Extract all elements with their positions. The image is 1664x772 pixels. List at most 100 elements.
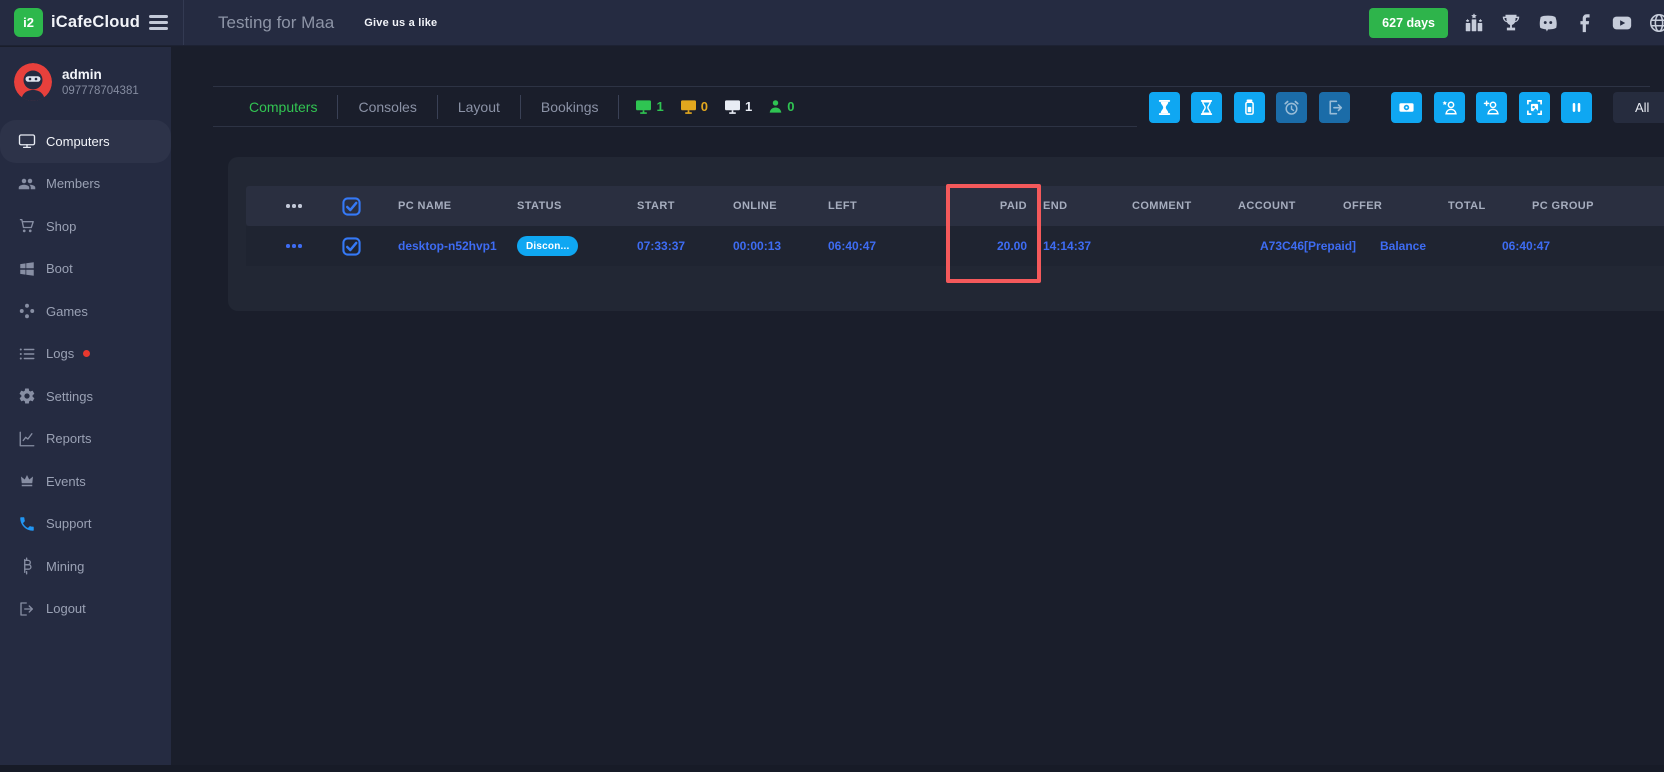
sidebar-item-label: Shop [46, 219, 76, 234]
computers-table-panel: PC NAME STATUS START ONLINE LEFT PAID EN… [228, 157, 1664, 311]
cash-button[interactable] [1391, 92, 1422, 123]
tab-computers[interactable]: Computers [229, 99, 337, 115]
sidebar-item-settings[interactable]: Settings [0, 375, 171, 418]
col-header-end[interactable]: END [1038, 200, 1122, 212]
tab-bookings[interactable]: Bookings [521, 99, 619, 115]
add-member-star-button[interactable] [1434, 92, 1465, 123]
user-card[interactable]: admin 097778704381 [0, 47, 171, 101]
cart-icon [18, 217, 36, 235]
cell-paid: 20.00 [875, 239, 1038, 253]
tab-consoles[interactable]: Consoles [338, 99, 436, 115]
checkbox-checked-icon[interactable] [342, 237, 361, 256]
sidebar-item-label: Boot [46, 261, 73, 276]
logout-icon [18, 600, 36, 618]
more-options-icon[interactable] [286, 204, 302, 208]
col-header-account[interactable]: ACCOUNT [1228, 200, 1334, 212]
members-icon [18, 175, 36, 193]
sidebar-item-logout[interactable]: Logout [0, 588, 171, 631]
cell-account: A73C46[Prepaid] [1228, 239, 1334, 253]
sidebar-item-label: Reports [46, 431, 92, 446]
trophy-icon[interactable] [1500, 12, 1522, 34]
monitor-off-icon [680, 99, 697, 114]
sidebar-item-computers[interactable]: Computers [0, 120, 171, 163]
topbar: i2 iCafeCloud Testing for Maa Give us a … [0, 0, 1664, 46]
facebook-icon[interactable] [1574, 12, 1596, 34]
sidebar-item-shop[interactable]: Shop [0, 205, 171, 248]
sidebar-item-label: Logs [46, 346, 74, 361]
battery-button[interactable] [1234, 92, 1265, 123]
windows-icon [18, 260, 36, 278]
col-header-comment[interactable]: COMMENT [1122, 200, 1228, 212]
counter-pcs-on[interactable]: 1 [635, 99, 663, 114]
tabstrip: Computers Consoles Layout Bookings 1 0 [213, 86, 1650, 127]
sidebar-item-label: Members [46, 176, 100, 191]
youtube-icon[interactable] [1611, 12, 1633, 34]
sidebar-item-label: Logout [46, 601, 86, 616]
checkbox-checked-icon[interactable] [342, 197, 361, 216]
col-header-pc-name[interactable]: PC NAME [380, 200, 502, 212]
hamburger-menu-icon[interactable] [149, 15, 168, 29]
avatar [14, 63, 52, 101]
sidebar-item-label: Support [46, 516, 92, 531]
phone-icon [18, 515, 36, 533]
main-content: Computers Consoles Layout Bookings 1 0 [171, 46, 1664, 765]
ranking-icon[interactable] [1463, 12, 1485, 34]
row-options[interactable] [246, 244, 322, 248]
cell-total: 06:40:47 [1438, 239, 1522, 253]
sidebar-item-logs[interactable]: Logs [0, 333, 171, 376]
counter-pcs-total[interactable]: 1 [724, 99, 752, 114]
row-select[interactable] [322, 237, 380, 256]
crown-icon [18, 472, 36, 490]
sidebar-item-support[interactable]: Support [0, 503, 171, 546]
pause-button[interactable] [1561, 92, 1592, 123]
gear-icon [18, 387, 36, 405]
sidebar-item-label: Computers [46, 134, 110, 149]
col-header-paid[interactable]: PAID [875, 200, 1038, 212]
tab-layout[interactable]: Layout [438, 99, 520, 115]
sidebar-item-mining[interactable]: Mining [0, 545, 171, 588]
cell-left: 06:40:47 [812, 239, 875, 253]
bitcoin-icon [18, 557, 36, 575]
counter-pcs-off[interactable]: 0 [680, 99, 708, 114]
col-header-offer[interactable]: OFFER [1334, 200, 1438, 212]
hourglass-filled-button[interactable] [1149, 92, 1180, 123]
hourglass-outline-button[interactable] [1191, 92, 1222, 123]
sidebar-item-label: Events [46, 474, 86, 489]
signout-button[interactable] [1319, 92, 1350, 123]
add-member-plus-button[interactable] [1476, 92, 1507, 123]
logs-alert-dot [83, 350, 90, 357]
counter-value: 0 [787, 99, 794, 114]
sidebar-item-games[interactable]: Games [0, 290, 171, 333]
header-options[interactable] [246, 204, 322, 208]
icafecloud-logo-icon: i2 [14, 8, 43, 37]
toolbar: All [1137, 87, 1664, 127]
col-header-left[interactable]: LEFT [812, 200, 875, 212]
license-days-button[interactable]: 627 days [1369, 8, 1448, 38]
col-header-online[interactable]: ONLINE [716, 200, 812, 212]
cell-pc-name[interactable]: desktop-n52hvp1 [380, 239, 502, 253]
sidebar-item-events[interactable]: Events [0, 460, 171, 503]
tabs: Computers Consoles Layout Bookings 1 0 [213, 87, 1137, 127]
sidebar-item-boot[interactable]: Boot [0, 248, 171, 291]
table-row[interactable]: desktop-n52hvp1 Discon... 07:33:37 00:00… [246, 226, 1664, 266]
col-header-status[interactable]: STATUS [502, 200, 624, 212]
alarm-button[interactable] [1276, 92, 1307, 123]
sidebar-item-reports[interactable]: Reports [0, 418, 171, 461]
status-badge[interactable]: Discon... [517, 236, 578, 256]
topbar-right: 627 days [1369, 8, 1664, 38]
header-select-all[interactable] [322, 197, 380, 216]
screenshot-button[interactable] [1519, 92, 1550, 123]
col-header-total[interactable]: TOTAL [1438, 200, 1522, 212]
tab-divider [618, 95, 619, 119]
more-options-icon[interactable] [286, 244, 302, 248]
give-us-a-like-link[interactable]: Give us a like [364, 17, 437, 29]
monitor-on-icon [635, 99, 652, 114]
counter-guests[interactable]: 0 [768, 99, 794, 114]
sidebar-item-label: Games [46, 304, 88, 319]
col-header-pc-group[interactable]: PC GROUP [1522, 200, 1664, 212]
sidebar-item-members[interactable]: Members [0, 163, 171, 206]
col-header-start[interactable]: START [624, 200, 716, 212]
discord-icon[interactable] [1537, 12, 1559, 34]
globe-icon[interactable] [1648, 12, 1664, 34]
pc-group-filter-select[interactable]: All [1613, 92, 1664, 123]
